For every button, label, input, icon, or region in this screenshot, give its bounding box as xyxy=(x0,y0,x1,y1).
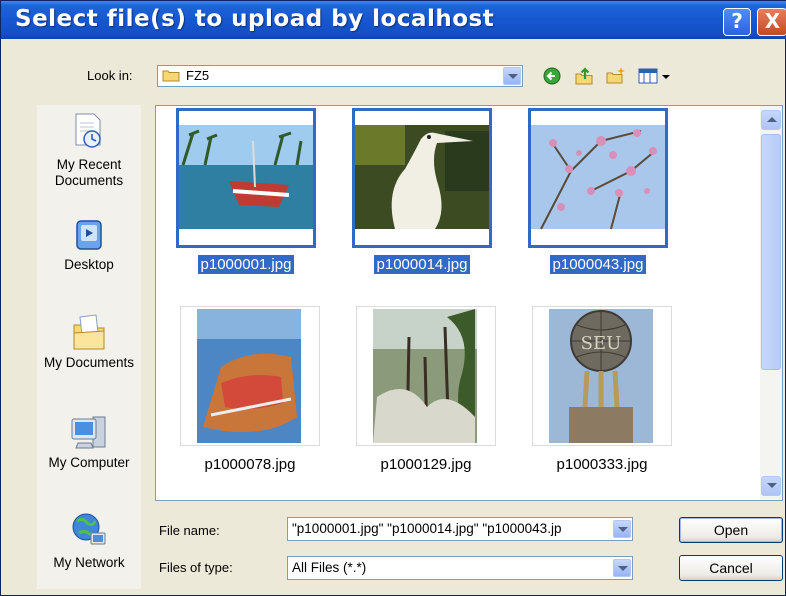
file-thumbnail-p1000078[interactable] xyxy=(180,306,320,446)
vertical-scrollbar[interactable] xyxy=(760,106,782,500)
file-type-label: Files of type: xyxy=(159,560,233,575)
chevron-down-icon[interactable] xyxy=(503,67,521,85)
file-thumbnail-p1000129[interactable] xyxy=(356,306,496,446)
open-button[interactable]: Open xyxy=(679,517,783,543)
file-thumbnail-p1000043[interactable] xyxy=(528,108,668,248)
scroll-up-button[interactable] xyxy=(761,110,781,130)
place-desktop[interactable]: Desktop xyxy=(37,217,141,273)
file-caption[interactable]: p1000333.jpg xyxy=(527,456,677,473)
look-in-label: Look in: xyxy=(87,68,133,83)
place-my-computer[interactable]: My Computer xyxy=(37,413,141,471)
place-my-network[interactable]: My Network xyxy=(37,511,141,571)
help-button[interactable]: ? xyxy=(723,8,751,36)
file-type-select[interactable]: All Files (*.*) xyxy=(287,556,633,580)
view-menu-icon[interactable] xyxy=(637,65,675,87)
cancel-button[interactable]: Cancel xyxy=(679,555,783,581)
title-bar[interactable]: Select file(s) to upload by localhost ? … xyxy=(1,1,786,39)
file-caption[interactable]: p1000078.jpg xyxy=(175,456,325,473)
place-label: My Documents xyxy=(43,355,135,370)
look-in-dropdown[interactable]: FZ5 xyxy=(157,65,523,87)
my-network-icon xyxy=(72,513,106,545)
file-name-value: "p1000001.jpg" "p1000014.jpg" "p1000043.… xyxy=(292,521,562,536)
file-caption[interactable]: p1000001.jpg xyxy=(171,255,321,274)
file-caption[interactable]: p1000129.jpg xyxy=(351,456,501,473)
sculpture-photo: SEU xyxy=(549,309,653,443)
file-caption[interactable]: p1000043.jpg xyxy=(523,255,673,274)
place-recent-documents[interactable]: My Recent Documents xyxy=(37,111,141,189)
place-label: My Recent Documents xyxy=(54,157,124,188)
new-folder-icon[interactable] xyxy=(605,65,627,87)
file-upload-dialog: Select file(s) to upload by localhost ? … xyxy=(0,0,786,596)
trees-photo xyxy=(373,309,477,444)
file-name-label: File name: xyxy=(159,523,220,538)
svg-text:SEU: SEU xyxy=(581,333,622,354)
place-label: My Network xyxy=(53,555,125,570)
scroll-down-button[interactable] xyxy=(761,476,781,496)
place-label: Desktop xyxy=(64,257,114,272)
chevron-down-icon[interactable] xyxy=(613,559,631,577)
scroll-thumb[interactable] xyxy=(761,134,781,370)
place-label: My Computer xyxy=(48,455,130,470)
look-in-value: FZ5 xyxy=(186,68,210,83)
window-title: Select file(s) to upload by localhost xyxy=(15,6,495,32)
motorboat-photo xyxy=(197,309,301,443)
file-name-input[interactable]: "p1000001.jpg" "p1000014.jpg" "p1000043.… xyxy=(287,517,633,541)
file-thumbnail-p1000001[interactable] xyxy=(176,108,316,248)
boat-photo xyxy=(179,125,313,229)
egret-photo xyxy=(355,125,489,229)
file-list-view[interactable]: p1000001.jpg p1000014.jpg p1000043.jpg S… xyxy=(155,105,783,501)
chevron-down-icon[interactable] xyxy=(613,520,631,538)
folder-icon xyxy=(162,70,180,82)
close-button[interactable]: X xyxy=(757,8,786,36)
recent-documents-icon xyxy=(75,113,101,148)
my-documents-icon xyxy=(73,314,105,350)
file-caption[interactable]: p1000014.jpg xyxy=(347,255,497,274)
place-my-documents[interactable]: My Documents xyxy=(37,311,141,371)
file-thumbnail-p1000014[interactable] xyxy=(352,108,492,248)
blossom-photo xyxy=(531,125,665,230)
up-folder-icon[interactable] xyxy=(573,65,595,87)
places-bar: My Recent Documents Desktop My Documents xyxy=(37,105,141,589)
desktop-icon xyxy=(76,220,102,250)
back-icon[interactable] xyxy=(541,65,563,87)
file-type-value: All Files (*.*) xyxy=(292,560,367,575)
file-thumbnail-p1000333[interactable]: SEU xyxy=(532,306,672,446)
my-computer-icon xyxy=(71,416,106,449)
